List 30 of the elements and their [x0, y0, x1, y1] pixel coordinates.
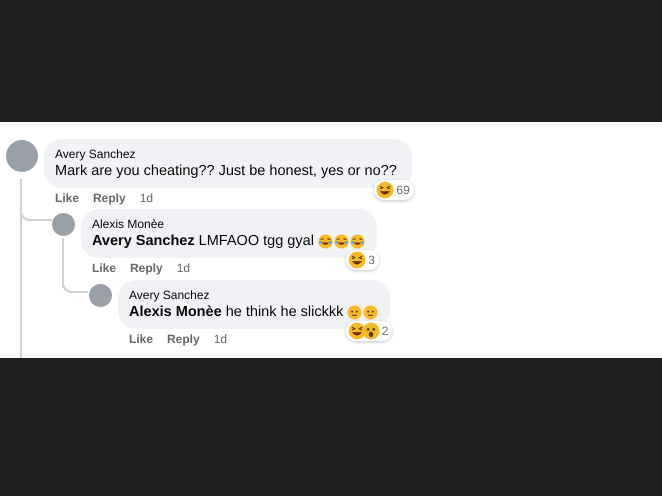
comment-action-link[interactable]: Like — [129, 332, 154, 347]
author-name[interactable]: Alexis Monèe — [92, 216, 365, 232]
tears-of-joy-icon — [334, 234, 349, 249]
neutral-face-icon — [363, 305, 378, 320]
author-name[interactable]: Avery Sanchez — [129, 287, 378, 303]
timestamp: 1d — [214, 332, 228, 347]
comment-text: Avery Sanchez LMFAOO tgg gyal — [92, 232, 314, 251]
reaction-count-badge[interactable]: 69 — [374, 180, 414, 200]
laughing-face-icon — [376, 181, 394, 199]
laughing-face-icon — [348, 322, 366, 340]
neutral-face-icon — [347, 305, 362, 320]
comment-action-link[interactable]: Reply — [130, 261, 163, 276]
reaction-count-badge[interactable]: 2 — [346, 321, 392, 341]
avatar[interactable] — [89, 284, 112, 307]
comment-action-link[interactable]: Like — [92, 261, 116, 276]
comment-action-link[interactable]: Like — [55, 191, 80, 206]
comment-text: Alexis Monèe he think he slickkk — [129, 303, 344, 322]
timestamp: 1d — [176, 261, 190, 276]
comment-action-link[interactable]: Reply — [167, 332, 200, 347]
surprised-face-icon — [362, 322, 380, 340]
tears-of-joy-icon — [350, 234, 365, 249]
timestamp: 1d — [140, 191, 154, 206]
laughing-face-icon — [348, 251, 366, 269]
avatar[interactable] — [52, 213, 75, 236]
avatar[interactable] — [6, 140, 38, 172]
reaction-count-badge[interactable]: 3 — [346, 250, 379, 270]
author-name[interactable]: Avery Sanchez — [55, 146, 400, 162]
comment-text: Mark are you cheating?? Just be honest, yes or no?? — [55, 162, 397, 181]
comment-action-link[interactable]: Reply — [93, 191, 126, 206]
tears-of-joy-icon — [318, 234, 333, 249]
